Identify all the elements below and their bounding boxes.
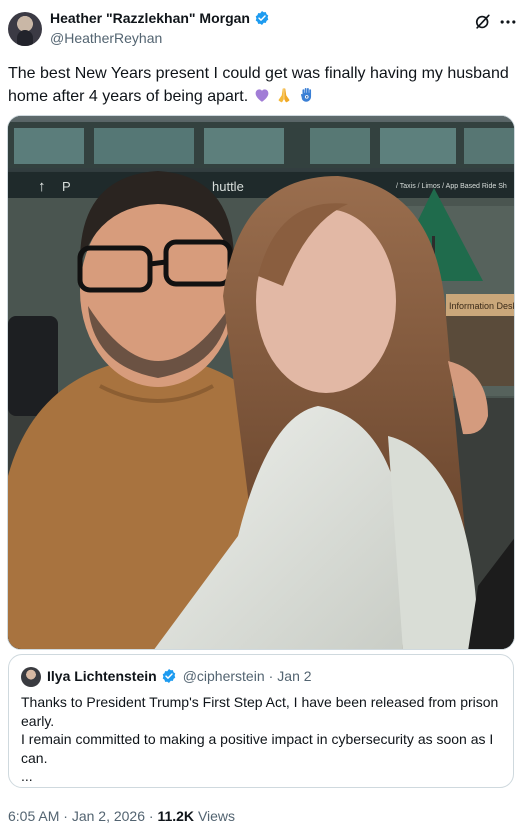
quoted-tweet[interactable]: Ilya Lichtenstein @cipherstein · Jan 2 T… xyxy=(8,654,514,788)
views-count[interactable]: 11.2K xyxy=(157,808,194,824)
quoted-author-name[interactable]: Ilya Lichtenstein xyxy=(47,668,157,684)
meta-separator-1: · xyxy=(63,808,68,824)
author-name-row: Heather "Razzlekhan" Morgan xyxy=(50,10,270,26)
verified-badge-icon xyxy=(255,11,269,25)
quoted-verified-badge-icon xyxy=(162,669,175,683)
tweet-time[interactable]: 6:05 AM xyxy=(8,808,59,824)
author-handle[interactable]: @HeatherReyhan xyxy=(50,30,162,46)
tweet-header: Heather "Razzlekhan" Morgan @HeatherReyh… xyxy=(0,0,521,56)
hamsa-emoji xyxy=(300,87,311,102)
meta-separator-2: · xyxy=(148,808,154,824)
tweet-date[interactable]: Jan 2, 2026 xyxy=(72,808,145,824)
folded-hands-emoji xyxy=(278,88,290,103)
author-avatar[interactable] xyxy=(8,12,42,46)
purple-heart-emoji xyxy=(255,89,268,102)
airport-selfie-image: ↑ P huttle → / Taxis / Limos / App Based… xyxy=(8,116,515,649)
quoted-line-2: I remain committed to making a positive … xyxy=(21,731,494,766)
sign-shuttle-text: huttle xyxy=(212,179,244,194)
grok-icon[interactable] xyxy=(473,12,493,32)
quoted-ellipsis: ... xyxy=(21,768,33,784)
sign-taxis-text: / Taxis / Limos / App Based Ride Sh xyxy=(396,183,507,190)
quoted-author-handle[interactable]: @cipherstein xyxy=(183,668,265,684)
author-display-name[interactable]: Heather "Razzlekhan" Morgan xyxy=(50,10,250,26)
quoted-line-1: Thanks to President Trump's First Step A… xyxy=(21,694,499,729)
quoted-separator: · xyxy=(268,668,274,684)
quoted-tweet-header: Ilya Lichtenstein @cipherstein · Jan 2 xyxy=(47,668,312,684)
sign-parking-text: P xyxy=(62,179,71,194)
svg-text:↑: ↑ xyxy=(38,178,46,195)
tweet-text: The best New Years present I could get w… xyxy=(8,62,513,108)
quoted-tweet-date[interactable]: Jan 2 xyxy=(277,668,311,684)
tweet-photo[interactable]: ↑ P huttle → / Taxis / Limos / App Based… xyxy=(7,115,515,650)
more-icon[interactable] xyxy=(498,12,518,32)
views-label: Views xyxy=(197,808,236,824)
quoted-author-avatar[interactable] xyxy=(21,667,41,687)
quoted-tweet-body: Thanks to President Trump's First Step A… xyxy=(21,693,503,786)
sign-information-desk-text: Information Desk xyxy=(449,301,515,311)
tweet-meta: 6:05 AM · Jan 2, 2026 · 11.2K Views xyxy=(8,808,235,824)
